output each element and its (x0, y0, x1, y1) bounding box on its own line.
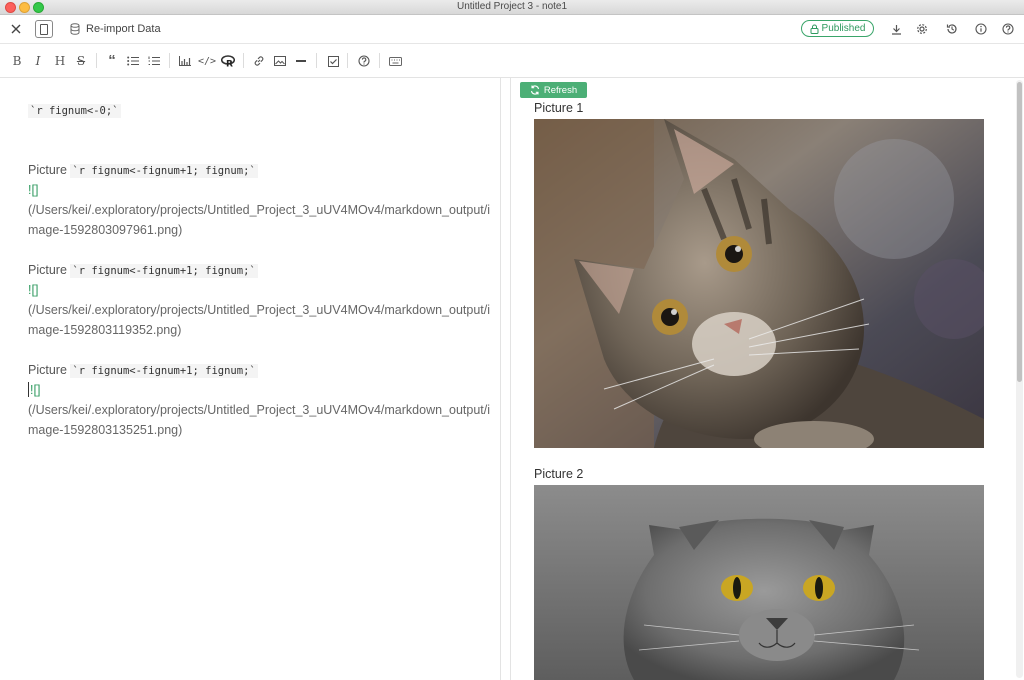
picture-text: Picture (28, 363, 71, 377)
cat-photo-tabby (534, 119, 984, 448)
heading-icon: H (54, 54, 66, 68)
link-icon (254, 56, 264, 66)
info-button[interactable] (973, 21, 989, 37)
picture-text: Picture (28, 263, 71, 277)
published-label: Published (821, 23, 866, 34)
editor-line: `r fignum<-0;` (28, 100, 121, 121)
history-icon (946, 24, 957, 34)
image-markup: ![] (28, 283, 39, 297)
image-path-line: (/Users/kei/.exploratory/projects/Untitl… (28, 203, 491, 217)
reimport-data-label: Re-import Data (86, 23, 161, 35)
window-titlebar: Untitled Project 3 - note1 (0, 0, 1024, 15)
toolbar-divider (316, 53, 317, 68)
question-circle-icon (1002, 23, 1014, 35)
toolbar-divider (379, 53, 380, 68)
image-path-line: mage-1592803119352.png) (28, 323, 182, 337)
help-icon (358, 55, 370, 67)
published-button[interactable]: Published (801, 20, 874, 37)
toolbar-divider (243, 53, 244, 68)
insert-code-button[interactable]: </> (197, 53, 217, 69)
database-icon (70, 23, 80, 35)
image-markup: ![] (28, 183, 39, 197)
editor-toolbar: B I H S “ </> R (0, 44, 1024, 78)
refresh-button[interactable]: Refresh (520, 82, 587, 98)
insert-link-button[interactable] (251, 53, 267, 69)
quote-icon: “ (108, 52, 116, 69)
inline-code: `r fignum<-fignum+1; fignum;` (70, 264, 258, 278)
markdown-editor[interactable]: `r fignum<-0;` Picture `r fignum<-fignum… (0, 78, 500, 680)
lock-icon (810, 24, 819, 34)
cat-photo-grey (534, 485, 984, 680)
quote-button[interactable]: “ (104, 53, 120, 69)
refresh-icon (530, 85, 539, 95)
preview-pane: Refresh Picture 1 Picture 2 (511, 78, 1024, 680)
picture-caption: Picture 1 (534, 101, 584, 115)
markdown-help-button[interactable] (356, 53, 372, 69)
note-header: Re-import Data Published (0, 15, 1024, 44)
editor-line: ![] (28, 380, 40, 400)
close-note-button[interactable] (8, 19, 24, 39)
strikethrough-button[interactable]: S (73, 53, 89, 69)
help-button[interactable] (1000, 21, 1016, 37)
numbered-list-button[interactable] (146, 53, 162, 69)
inline-code: `r fignum<-fignum+1; fignum;` (70, 364, 258, 378)
image-icon (274, 56, 286, 66)
image-path-line: (/Users/kei/.exploratory/projects/Untitl… (28, 403, 491, 417)
italic-button[interactable]: I (30, 53, 46, 69)
insert-horizontal-rule-button[interactable] (293, 53, 309, 69)
picture-caption: Picture 2 (534, 467, 584, 481)
close-icon (11, 24, 21, 34)
history-button[interactable] (944, 21, 960, 37)
reimport-data-button[interactable]: Re-import Data (70, 19, 161, 39)
inline-code: `r fignum<-0;` (28, 104, 121, 118)
editor-line: Picture `r fignum<-fignum+1; fignum;` (28, 260, 258, 281)
editor-line: Picture `r fignum<-fignum+1; fignum;` (28, 360, 258, 381)
svg-text:R: R (226, 60, 233, 68)
heading-button[interactable]: H (52, 53, 68, 69)
download-button[interactable] (888, 21, 904, 37)
image-path-line: mage-1592803135251.png) (28, 423, 183, 437)
keyboard-icon (388, 56, 402, 66)
window-title: Untitled Project 3 - note1 (456, 1, 568, 12)
keyboard-shortcuts-button[interactable] (387, 53, 403, 69)
insert-checkbox-button[interactable] (325, 53, 341, 69)
insert-image-button[interactable] (272, 53, 288, 69)
insert-r-button[interactable]: R (220, 53, 236, 69)
bullet-list-button[interactable] (125, 53, 141, 69)
toolbar-divider (96, 53, 97, 68)
editor-line: Picture `r fignum<-fignum+1; fignum;` (28, 160, 258, 181)
refresh-label: Refresh (543, 84, 578, 96)
toolbar-divider (169, 53, 170, 68)
bullet-list-icon (127, 56, 139, 66)
pane-divider[interactable] (500, 78, 501, 680)
image-path-line: (/Users/kei/.exploratory/projects/Untitl… (28, 303, 491, 317)
gear-icon (917, 24, 927, 34)
horizontal-rule-icon (296, 60, 306, 62)
picture-text: Picture (28, 163, 71, 177)
strikethrough-icon: S (76, 54, 86, 68)
text-cursor (28, 382, 29, 397)
image-path-line: mage-1592803097961.png) (28, 223, 183, 237)
bold-icon: B (12, 54, 22, 68)
numbered-list-icon (148, 56, 160, 66)
inline-code: `r fignum<-fignum+1; fignum;` (70, 164, 258, 178)
checkbox-icon (327, 55, 339, 67)
r-icon: R (221, 55, 235, 67)
italic-icon: I (35, 54, 41, 68)
toolbar-divider (347, 53, 348, 68)
settings-button[interactable] (914, 21, 930, 37)
download-icon (891, 24, 901, 35)
bold-button[interactable]: B (9, 53, 25, 69)
phone-icon (40, 23, 48, 35)
mobile-preview-button[interactable] (35, 20, 53, 38)
image-markup: ![] (30, 383, 41, 397)
chart-icon (179, 56, 191, 66)
info-icon (975, 23, 987, 35)
insert-chart-button[interactable] (177, 53, 193, 69)
preview-scrollbar-thumb[interactable] (1017, 82, 1022, 382)
code-icon: </> (197, 55, 217, 67)
